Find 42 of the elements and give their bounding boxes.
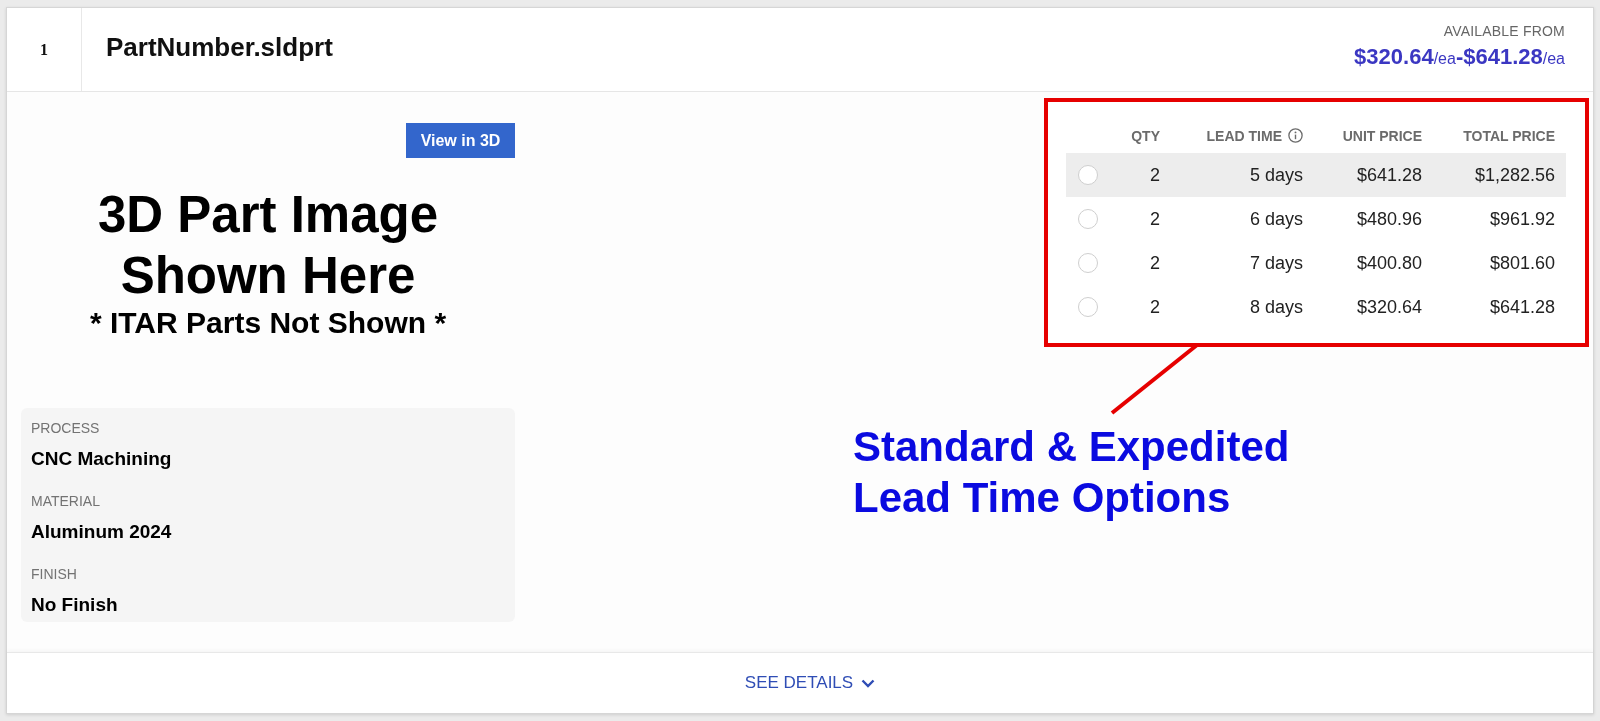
spec-value: CNC Machining — [31, 447, 173, 471]
table-cell-text: 5 days — [1248, 164, 1303, 186]
radio-button[interactable] — [1078, 297, 1098, 317]
column-header: LEAD TIME — [1206, 127, 1282, 144]
table-cell-text: $961.92 — [1488, 208, 1555, 230]
radio-button[interactable] — [1078, 165, 1098, 185]
spec-value: No Finish — [31, 593, 119, 617]
column-header: TOTAL PRICE — [1463, 127, 1555, 144]
file-name: PartNumber.sldprt — [105, 31, 333, 64]
table-cell-text: $641.28 — [1488, 296, 1555, 318]
table-cell-text: $480.96 — [1355, 208, 1422, 230]
image-placeholder-note: * ITAR Parts Not Shown * — [89, 306, 447, 340]
radio-button[interactable] — [1078, 253, 1098, 273]
table-cell-text: 6 days — [1248, 208, 1303, 230]
table-cell-text: $1,282.56 — [1473, 164, 1555, 186]
annotation-text: Standard & Expedited Lead Time Options — [853, 422, 1291, 523]
column-header: QTY — [1131, 127, 1160, 144]
table-cell-text: $641.28 — [1355, 164, 1422, 186]
view-3d-button[interactable]: View in 3D — [406, 123, 515, 158]
price-label: AVAILABLE FROM — [1443, 23, 1565, 39]
table-cell-text: 2 — [1149, 164, 1160, 186]
table-cell-text: $400.80 — [1355, 252, 1422, 274]
table-cell-text: 2 — [1149, 208, 1160, 230]
image-placeholder-title: 3D Part Image Shown Here — [96, 185, 440, 306]
table-cell-text: 7 days — [1248, 252, 1303, 274]
info-icon[interactable] — [1288, 128, 1303, 143]
table-cell-text: $801.60 — [1488, 252, 1555, 274]
spec-label: PROCESS — [31, 419, 101, 437]
chevron-down-icon — [861, 678, 876, 688]
table-cell-text: 8 days — [1248, 296, 1303, 318]
table-cell-text: $320.64 — [1355, 296, 1422, 318]
see-details-button[interactable]: SEE DETAILS — [740, 671, 880, 695]
spec-label: MATERIAL — [31, 492, 101, 510]
table-cell-text: 2 — [1149, 252, 1160, 274]
table-row[interactable]: 2 5 days $641.28 $1,282.56 — [1066, 153, 1566, 197]
spec-label: FINISH — [31, 565, 78, 583]
price-range: $320.64/ea-$641.28/ea — [1354, 44, 1565, 71]
column-header: UNIT PRICE — [1342, 127, 1422, 144]
radio-button[interactable] — [1078, 209, 1098, 229]
spec-value: Aluminum 2024 — [31, 520, 173, 544]
item-index: 1 — [7, 8, 82, 91]
table-cell-text: 2 — [1149, 296, 1160, 318]
